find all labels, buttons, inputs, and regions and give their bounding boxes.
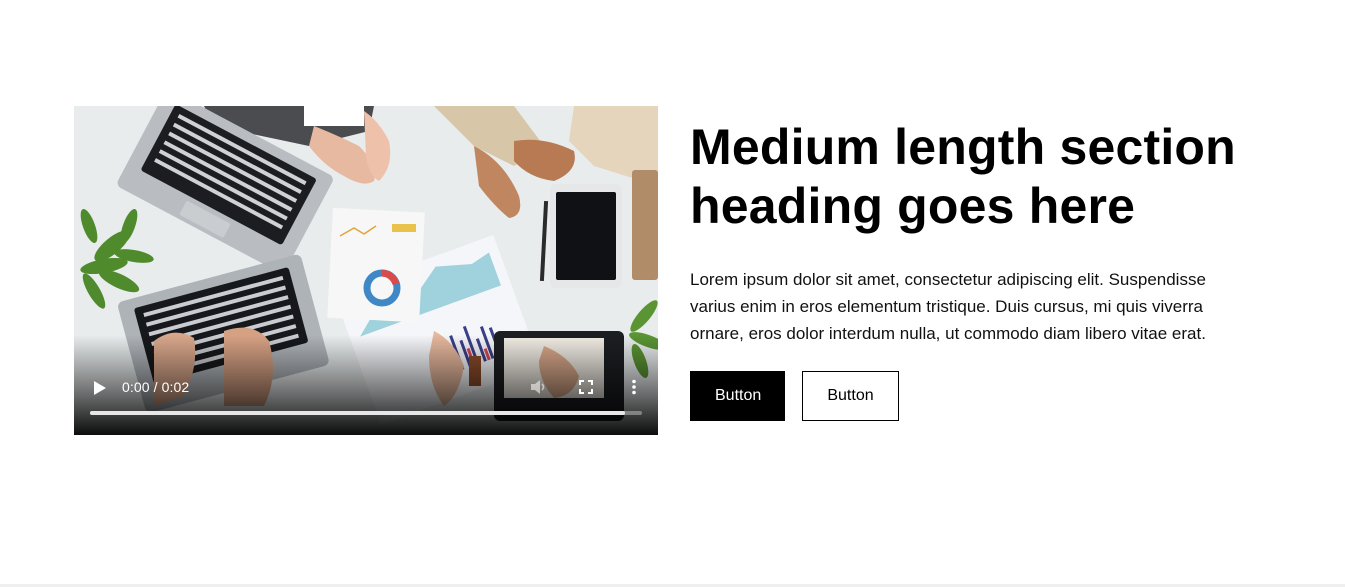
fullscreen-icon[interactable]: [576, 377, 596, 397]
video-player[interactable]: 0:00 / 0:02: [74, 106, 658, 435]
more-vertical-icon[interactable]: [624, 377, 644, 397]
secondary-button[interactable]: Button: [802, 371, 899, 421]
play-icon[interactable]: [88, 377, 110, 399]
section-body-text: Lorem ipsum dolor sit amet, consectetur …: [690, 270, 1206, 343]
section-content: Medium length section heading goes here …: [690, 118, 1270, 347]
header-section: 0:00 / 0:02 Medium length section headin…: [0, 0, 1345, 587]
video-progress-bar[interactable]: [90, 411, 642, 415]
video-time-display: 0:00 / 0:02: [122, 379, 190, 395]
button-group: Button Button: [690, 371, 899, 421]
primary-button[interactable]: Button: [690, 371, 785, 421]
video-progress-fill: [90, 411, 626, 415]
video-controls: 0:00 / 0:02: [74, 335, 658, 435]
volume-icon[interactable]: [528, 377, 548, 397]
section-heading: Medium length section heading goes here: [690, 119, 1236, 234]
